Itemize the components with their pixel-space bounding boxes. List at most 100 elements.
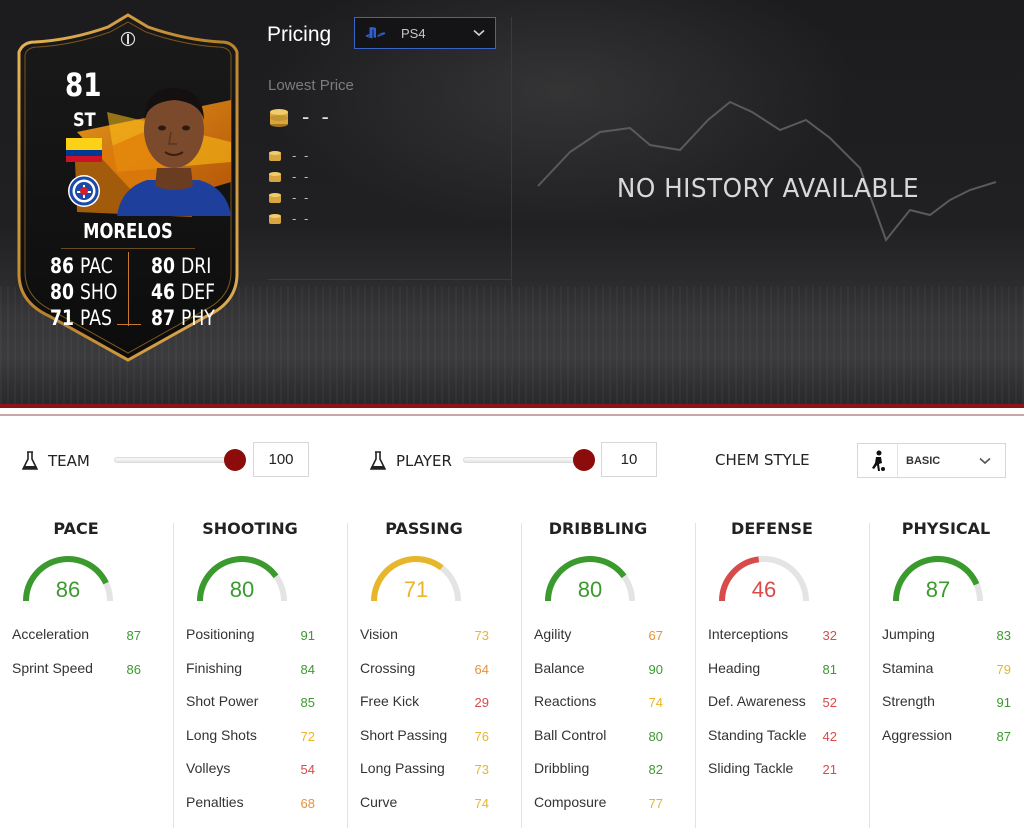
attribute-name: Def. Awareness [708, 693, 806, 709]
attribute-row: Vision 73 [360, 626, 508, 646]
coin-icon [269, 171, 281, 182]
attribute-category-value: 46 [751, 577, 777, 602]
attribute-column-passing: PASSING 71 Vision 73 Crossing 64 Free Kick 29 Sh… [347, 505, 522, 828]
lowest-price-value: - - [302, 104, 332, 129]
column-divider [173, 523, 174, 828]
attribute-category-title: SHOOTING [202, 519, 298, 538]
slider-thumb[interactable] [573, 449, 595, 471]
coin-icon [269, 150, 281, 161]
chem-style-select[interactable]: BASIC [857, 443, 1006, 478]
hero-divider-line [0, 414, 1024, 416]
flask-icon [370, 451, 386, 470]
attribute-category-value: 80 [229, 577, 255, 602]
attribute-row: Free Kick 29 [360, 693, 508, 713]
attribute-value: 21 [822, 762, 837, 777]
attribute-name: Volleys [186, 760, 231, 776]
attribute-value: 73 [474, 762, 489, 777]
pricing-divider [268, 279, 511, 280]
player-card: 81 ST MORELOS 86 PAC 80 SHO 71 PAS 80 DR… [17, 12, 239, 362]
attribute-row: Volleys 54 [186, 760, 334, 780]
attribute-column-physical: PHYSICAL 87 Jumping 83 Stamina 79 Strength 91 Ag… [869, 505, 1024, 828]
attribute-name: Agility [534, 626, 572, 642]
attribute-category-title: DEFENSE [731, 519, 813, 538]
attribute-category-value: 71 [403, 577, 429, 602]
lowest-price: - - [268, 104, 332, 130]
slider-track [114, 457, 240, 463]
team-chemistry-label: TEAM [22, 451, 90, 471]
attribute-name: Stamina [882, 660, 934, 676]
card-stat-dri: 80 DRI [151, 254, 212, 278]
attribute-name: Reactions [534, 693, 597, 709]
attribute-row: Curve 74 [360, 794, 508, 814]
platform-select[interactable]: PS4 [354, 17, 496, 49]
flask-icon [22, 451, 38, 470]
attribute-value: 80 [648, 729, 663, 744]
attribute-name: Sliding Tackle [708, 760, 794, 776]
attribute-name: Positioning [186, 626, 255, 642]
card-stat-pac: 86 PAC [50, 254, 113, 278]
coin-icon [269, 192, 281, 203]
player-chemistry-slider[interactable] [463, 449, 595, 471]
attribute-value: 91 [996, 695, 1011, 710]
rangers-badge-icon [68, 175, 100, 207]
card-stat-phy: 87 PHY [151, 306, 215, 330]
player-chemistry-input[interactable]: 10 [601, 442, 657, 477]
column-divider [869, 523, 870, 828]
attribute-row: Composure 77 [534, 794, 682, 814]
price-item: - - [268, 148, 310, 163]
attribute-value: 67 [648, 628, 663, 643]
platform-select-value: PS4 [401, 25, 426, 41]
attribute-row: Jumping 83 [882, 626, 1024, 646]
column-divider [695, 523, 696, 828]
attribute-name: Jumping [882, 626, 935, 642]
coin-icon [269, 213, 281, 224]
attribute-column-pace: PACE 86 Acceleration 87 Sprint Speed 86 [0, 505, 174, 828]
attribute-category-title: PACE [53, 519, 99, 538]
price-item: - - [268, 190, 310, 205]
card-stat-pas: 71 PAS [50, 306, 112, 330]
attribute-value: 29 [474, 695, 489, 710]
attribute-row: Balance 90 [534, 660, 682, 680]
attribute-value: 32 [822, 628, 837, 643]
card-divider-bottom [117, 324, 141, 325]
attribute-value: 90 [648, 662, 663, 677]
attribute-row: Sprint Speed 86 [12, 660, 160, 680]
card-stat-def: 46 DEF [151, 280, 216, 304]
attribute-value: 84 [300, 662, 315, 677]
attribute-name: Free Kick [360, 693, 420, 709]
team-chemistry-slider[interactable] [114, 449, 246, 471]
attribute-category-value: 86 [55, 577, 81, 602]
attribute-value: 73 [474, 628, 489, 643]
attribute-row: Def. Awareness 52 [708, 693, 856, 713]
attribute-row: Stamina 79 [882, 660, 1024, 680]
attribute-value: 76 [474, 729, 489, 744]
attribute-row: Ball Control 80 [534, 727, 682, 747]
chevron-down-icon [473, 29, 485, 37]
pricing-title: Pricing [267, 23, 332, 46]
attribute-row: Interceptions 32 [708, 626, 856, 646]
attribute-value: 64 [474, 662, 489, 677]
attribute-row: Long Passing 73 [360, 760, 508, 780]
attribute-row: Positioning 91 [186, 626, 334, 646]
attribute-name: Composure [534, 794, 607, 810]
attribute-name: Acceleration [12, 626, 90, 642]
attribute-name: Sprint Speed [12, 660, 93, 676]
pricing-divider [511, 17, 512, 377]
attribute-category-title: DRIBBLING [548, 519, 648, 538]
attribute-name: Finishing [186, 660, 243, 676]
attribute-name: Standing Tackle [708, 727, 807, 743]
chem-style-value: BASIC [906, 454, 941, 467]
attribute-name: Strength [882, 693, 935, 709]
attribute-column-shooting: SHOOTING 80 Positioning 91 Finishing 84 Shot P… [173, 505, 348, 828]
card-stat-sho: 80 SHO [50, 280, 118, 304]
attribute-row: Shot Power 85 [186, 693, 334, 713]
column-divider [347, 523, 348, 828]
attribute-value: 68 [300, 796, 315, 811]
attribute-value: 52 [822, 695, 837, 710]
team-chemistry-input[interactable]: 100 [253, 442, 309, 477]
slider-thumb[interactable] [224, 449, 246, 471]
column-divider [521, 523, 522, 828]
attribute-category-value: 87 [925, 577, 951, 602]
price-item: - - [268, 211, 310, 226]
attribute-value: 74 [474, 796, 489, 811]
